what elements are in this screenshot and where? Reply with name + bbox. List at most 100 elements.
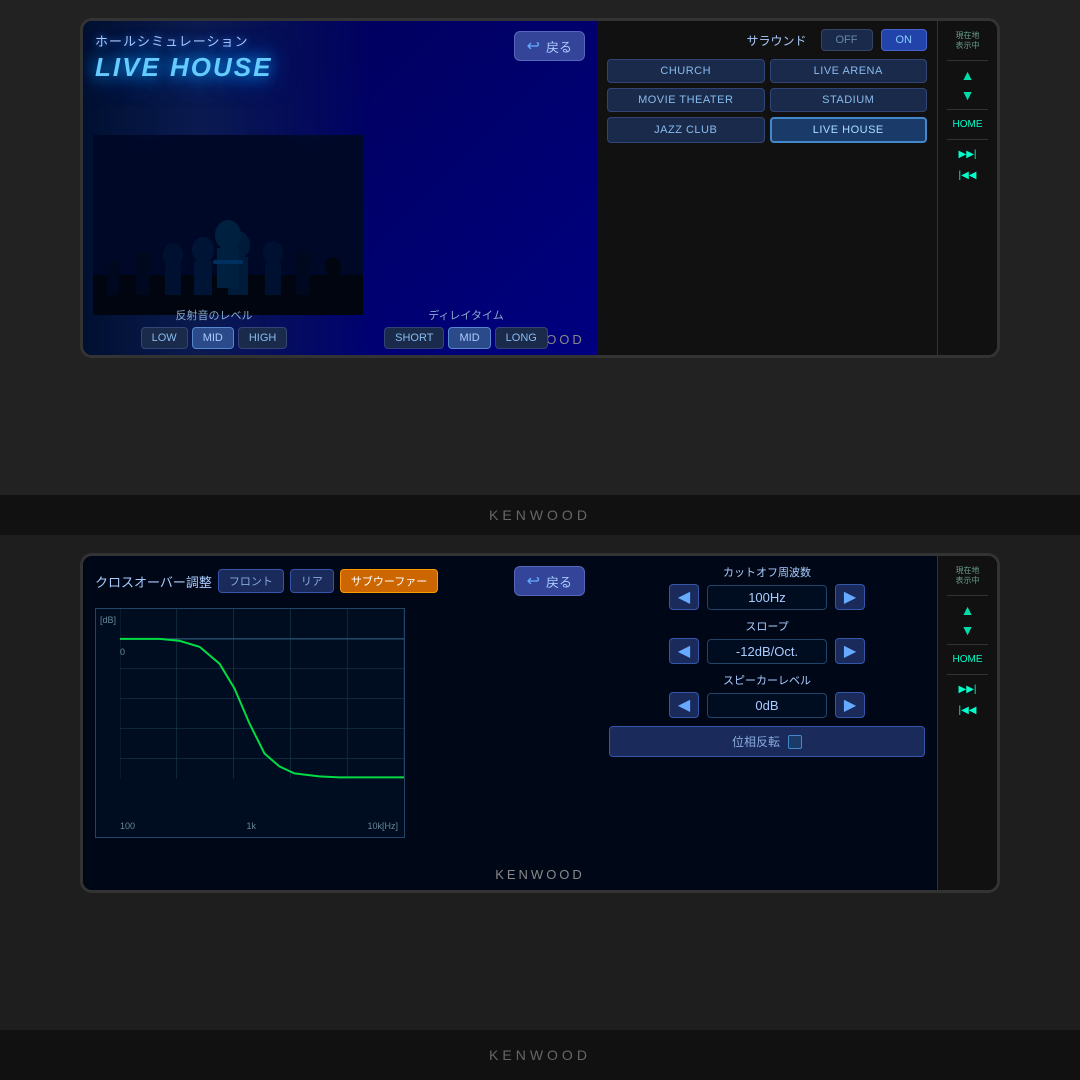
- delay-label: ディレイタイム: [428, 307, 504, 323]
- surround-on-button[interactable]: ON: [881, 29, 928, 51]
- phase-checkbox: [788, 735, 802, 749]
- venue-church-button[interactable]: CHURCH: [607, 59, 765, 83]
- top-back-button[interactable]: ↩ 戻る: [514, 31, 585, 61]
- slope-up-button[interactable]: ▶: [835, 638, 865, 664]
- cutoff-control: ◀ 100Hz ▶: [669, 584, 865, 610]
- top-unit: ホールシミュレーション LIVE HOUSE ↩ 戻る 反射音のレベル LOW: [0, 0, 1080, 495]
- speaker-level-control: ◀ 0dB ▶: [669, 692, 865, 718]
- tab-front-button[interactable]: フロント: [218, 569, 284, 593]
- top-unit-body: ホールシミュレーション LIVE HOUSE ↩ 戻る 反射音のレベル LOW: [80, 18, 1000, 358]
- tab-rear-button[interactable]: リア: [290, 569, 334, 593]
- bottom-back-button[interactable]: ↩ 戻る: [514, 566, 585, 596]
- slope-value: -12dB/Oct.: [707, 639, 827, 664]
- delay-long-button[interactable]: LONG: [495, 327, 548, 349]
- venue-live-arena-button[interactable]: LIVE ARENA: [770, 59, 928, 83]
- side-up-arrow-2[interactable]: ▲: [961, 602, 975, 618]
- back-label-2: 戻る: [546, 572, 572, 591]
- side-home-button-2[interactable]: HOME: [951, 651, 985, 668]
- bottom-controls-top: 反射音のレベル LOW MID HIGH ディレイタイム SHORT MID L…: [83, 301, 597, 355]
- back-arrow-icon-2: ↩: [527, 571, 540, 591]
- side-home-button[interactable]: HOME: [951, 116, 985, 133]
- side-divider-2: [947, 109, 988, 110]
- side-down-arrow-2[interactable]: ▼: [961, 622, 975, 638]
- side-fwd-button-2[interactable]: ▶▶|: [957, 681, 979, 698]
- side-current-loc-2[interactable]: 現在地表示中: [954, 564, 982, 589]
- bottom-screen: クロスオーバー調整 フロント リア サブウーファー ↩ 戻る [dB] 0: [83, 556, 597, 890]
- tab-subwoofer-button[interactable]: サブウーファー: [340, 569, 438, 593]
- graph-y-label: [dB]: [100, 615, 116, 625]
- side-divider-1: [947, 60, 988, 61]
- side-current-loc[interactable]: 現在地表示中: [954, 29, 982, 54]
- speaker-level-down-button[interactable]: ◀: [669, 692, 699, 718]
- phase-reversal-button[interactable]: 位相反転: [609, 726, 925, 757]
- reflection-label: 反射音のレベル: [176, 307, 253, 323]
- speaker-level-value: 0dB: [707, 693, 827, 718]
- reflection-btn-row: LOW MID HIGH: [141, 327, 288, 349]
- graph-x-1k: 1k: [247, 821, 257, 831]
- speaker-level-up-button[interactable]: ▶: [835, 692, 865, 718]
- venue-jazz-club-button[interactable]: JAZZ CLUB: [607, 117, 765, 143]
- graph-x-100: 100: [120, 821, 135, 831]
- cutoff-down-button[interactable]: ◀: [669, 584, 699, 610]
- side-divider-4: [947, 595, 988, 596]
- slope-section: スロープ ◀ -12dB/Oct. ▶: [609, 618, 925, 664]
- bottom-side-panel: 現在地表示中 ▲ ▼ HOME ▶▶| |◀◀: [937, 556, 997, 890]
- hall-sim-label: ホールシミュレーション: [95, 31, 272, 50]
- slope-label: スロープ: [745, 618, 788, 634]
- crossover-graph: [dB] 0: [95, 608, 405, 838]
- speaker-level-label: スピーカーレベル: [723, 672, 811, 688]
- graph-svg: [120, 609, 404, 798]
- slope-control: ◀ -12dB/Oct. ▶: [669, 638, 865, 664]
- venue-grid: CHURCH LIVE ARENA MOVIE THEATER STADIUM …: [607, 59, 927, 143]
- slope-down-button[interactable]: ◀: [669, 638, 699, 664]
- venue-movie-theater-button[interactable]: MOVIE THEATER: [607, 88, 765, 112]
- delay-mid-button[interactable]: MID: [448, 327, 490, 349]
- reflection-area: 反射音のレベル LOW MID HIGH: [93, 307, 335, 349]
- side-down-arrow[interactable]: ▼: [961, 87, 975, 103]
- delay-btn-row: SHORT MID LONG: [384, 327, 548, 349]
- concert-silhouette-svg: [93, 135, 363, 315]
- reflection-low-button[interactable]: LOW: [141, 327, 188, 349]
- side-up-arrow[interactable]: ▲: [961, 67, 975, 83]
- reflection-mid-button[interactable]: MID: [192, 327, 234, 349]
- surround-row: サラウンド OFF ON: [607, 29, 927, 51]
- delay-area: ディレイタイム SHORT MID LONG: [345, 307, 587, 349]
- bottom-unit-body: クロスオーバー調整 フロント リア サブウーファー ↩ 戻る [dB] 0: [80, 553, 1000, 893]
- title-area: ホールシミュレーション LIVE HOUSE: [95, 31, 272, 83]
- graph-x-labels: 100 1k 10k[Hz]: [120, 821, 398, 831]
- surround-label: サラウンド: [607, 32, 813, 49]
- graph-x-10k: 10k[Hz]: [367, 821, 398, 831]
- right-panel-bottom: カットオフ周波数 ◀ 100Hz ▶ スロープ ◀ -12dB/Oct. ▶: [597, 556, 937, 890]
- top-side-panel: 現在地表示中 ▲ ▼ HOME ▶▶| |◀◀: [937, 21, 997, 355]
- side-divider-5: [947, 644, 988, 645]
- bottom-ref: KENWOOD: [0, 1030, 1080, 1080]
- surround-off-button[interactable]: OFF: [821, 29, 873, 51]
- unit-divider: KENWOOD: [0, 495, 1080, 535]
- back-label: 戻る: [546, 37, 572, 56]
- crossover-header: クロスオーバー調整 フロント リア サブウーファー ↩ 戻る: [95, 566, 585, 596]
- speaker-level-section: スピーカーレベル ◀ 0dB ▶: [609, 672, 925, 718]
- delay-short-button[interactable]: SHORT: [384, 327, 444, 349]
- side-divider-3: [947, 139, 988, 140]
- side-rwd-button-2[interactable]: |◀◀: [957, 702, 979, 719]
- kenwood-bottom-label: KENWOOD: [489, 1047, 591, 1063]
- top-screen: ホールシミュレーション LIVE HOUSE ↩ 戻る 反射音のレベル LOW: [83, 21, 597, 355]
- cutoff-up-button[interactable]: ▶: [835, 584, 865, 610]
- side-rwd-button[interactable]: |◀◀: [957, 167, 979, 184]
- venue-stadium-button[interactable]: STADIUM: [770, 88, 928, 112]
- crossover-title: クロスオーバー調整: [95, 572, 212, 591]
- kenwood-mid-label: KENWOOD: [489, 507, 591, 523]
- cutoff-value: 100Hz: [707, 585, 827, 610]
- kenwood-label-bottom: KENWOOD: [495, 867, 585, 882]
- live-house-title: LIVE HOUSE: [95, 52, 272, 83]
- phase-label: 位相反転: [732, 733, 780, 750]
- cutoff-label: カットオフ周波数: [723, 564, 811, 580]
- side-fwd-button[interactable]: ▶▶|: [957, 146, 979, 163]
- right-panel-top: サラウンド OFF ON CHURCH LIVE ARENA MOVIE THE…: [597, 21, 937, 355]
- side-divider-6: [947, 674, 988, 675]
- cutoff-section: カットオフ周波数 ◀ 100Hz ▶: [609, 564, 925, 610]
- reflection-high-button[interactable]: HIGH: [238, 327, 288, 349]
- bottom-unit: クロスオーバー調整 フロント リア サブウーファー ↩ 戻る [dB] 0: [0, 535, 1080, 1030]
- venue-live-house-button[interactable]: LIVE HOUSE: [770, 117, 928, 143]
- top-header-row: ホールシミュレーション LIVE HOUSE ↩ 戻る: [95, 31, 585, 83]
